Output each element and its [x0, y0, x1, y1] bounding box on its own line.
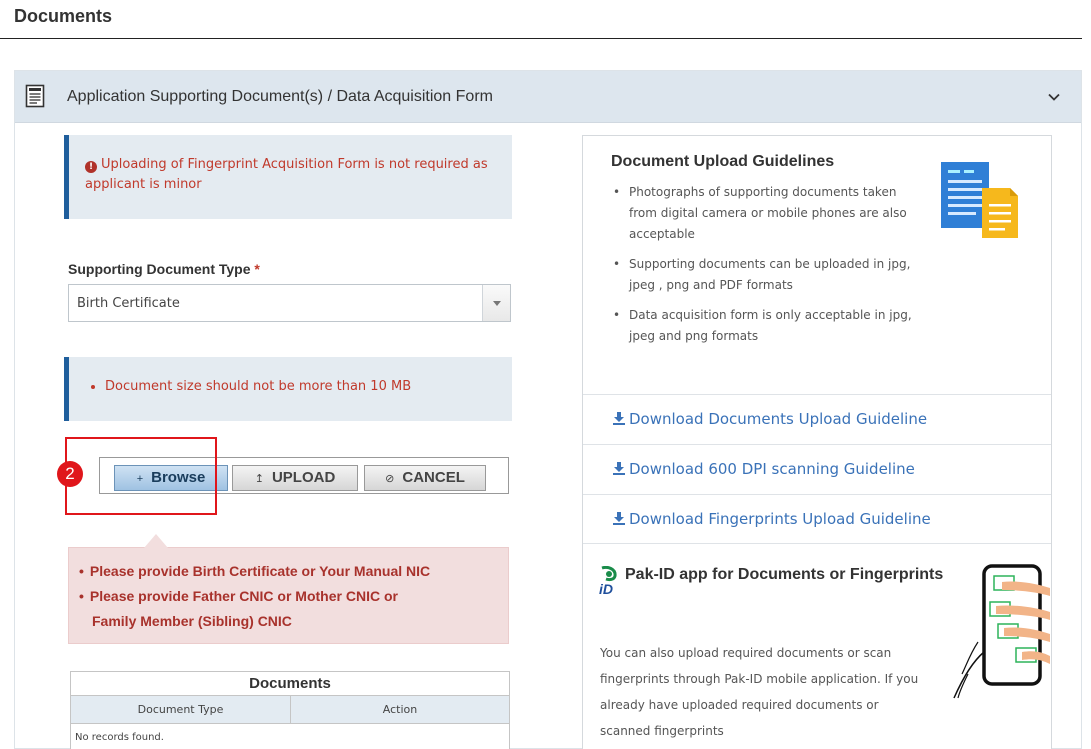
required-documents-error: • Please provide Birth Certificate or You…	[68, 534, 509, 644]
fingerprint-form-notice-text: ! Uploading of Fingerprint Acquisition Fo…	[85, 155, 495, 195]
panel-header[interactable]: Application Supporting Document(s) / Dat…	[15, 71, 1081, 123]
download-link-text[interactable]: Download 600 DPI scanning Guideline	[629, 460, 915, 478]
size-notice-list: Document size should not be more than 10…	[105, 379, 411, 394]
heading-divider	[0, 38, 1082, 39]
guidelines-list: Photographs of supporting documents take…	[613, 182, 923, 356]
panel-title: Application Supporting Document(s) / Dat…	[67, 88, 493, 105]
bullet: •	[79, 563, 84, 579]
column-header-action[interactable]: Action	[291, 696, 509, 724]
document-type-value: Birth Certificate	[77, 296, 180, 311]
chevron-down-icon[interactable]	[1047, 90, 1061, 104]
fingerprint-form-notice: ! Uploading of Fingerprint Acquisition Fo…	[64, 135, 512, 219]
exclamation-icon: !	[85, 161, 97, 173]
step-number-badge: 2	[57, 461, 83, 487]
download-row: Download Fingerprints Upload Guideline	[583, 494, 1051, 544]
error-text-continued: Family Member (Sibling) CNIC	[92, 613, 292, 629]
required-marker: *	[254, 261, 260, 277]
guideline-item: Data acquisition form is only acceptable…	[613, 305, 923, 347]
document-icon	[25, 84, 45, 108]
documents-table: Documents Document Type Action No record…	[70, 671, 510, 749]
download-icon	[613, 462, 625, 475]
upload-label: UPLOAD	[271, 469, 336, 486]
download-fingerprints-guideline-link[interactable]: Download Fingerprints Upload Guideline	[612, 510, 931, 528]
download-documents-guideline-link[interactable]: Download Documents Upload Guideline	[612, 410, 927, 428]
documents-illustration-icon	[941, 162, 1018, 238]
download-row: Download 600 DPI scanning Guideline	[583, 444, 1051, 494]
download-icon	[613, 512, 625, 525]
pak-id-description: You can also upload required documents o…	[600, 646, 919, 738]
download-link-text[interactable]: Download Documents Upload Guideline	[629, 410, 927, 428]
cancel-button[interactable]: ⊘ CANCEL	[364, 465, 486, 491]
guidelines-title: Document Upload Guidelines	[611, 153, 835, 170]
upload-button[interactable]: ↥ UPLOAD	[232, 465, 358, 491]
error-text: Please provide Father CNIC or Mother CNI…	[89, 588, 398, 604]
bullet: •	[79, 588, 84, 604]
browse-highlight	[65, 437, 217, 515]
upload-guidelines-card: Document Upload Guidelines Photographs o…	[582, 135, 1052, 749]
cancel-label: CANCEL	[402, 469, 465, 486]
error-text: Please provide Birth Certificate or Your…	[89, 563, 431, 579]
phone-fingerprint-illustration-icon	[953, 564, 1050, 699]
documents-table-title: Documents	[71, 672, 509, 696]
column-header-document-type[interactable]: Document Type	[71, 696, 291, 724]
empty-table-message: No records found.	[75, 732, 164, 743]
supporting-documents-panel: Application Supporting Document(s) / Dat…	[14, 70, 1082, 749]
pak-id-logo-icon: iD	[599, 566, 617, 596]
guideline-item: Supporting documents can be uploaded in …	[613, 254, 923, 296]
error-item: • Please provide Father CNIC or Mother CN…	[79, 584, 499, 634]
document-type-label: Supporting Document Type *	[68, 261, 260, 277]
document-type-select[interactable]: Birth Certificate	[68, 284, 511, 322]
download-link-text[interactable]: Download Fingerprints Upload Guideline	[629, 510, 931, 528]
page-title: Documents	[14, 6, 113, 26]
download-icon	[613, 412, 625, 425]
notice-message: Uploading of Fingerprint Acquisition For…	[85, 157, 488, 192]
pak-id-title: Pak-ID app for Documents or Fingerprints	[625, 566, 944, 583]
caret-down-icon[interactable]	[482, 285, 510, 321]
upload-icon: ↥	[254, 473, 264, 485]
download-row: Download Documents Upload Guideline	[583, 394, 1051, 444]
download-dpi-guideline-link[interactable]: Download 600 DPI scanning Guideline	[612, 460, 915, 478]
document-size-notice: Document size should not be more than 10…	[64, 357, 512, 421]
document-type-label-text: Supporting Document Type	[68, 261, 251, 277]
cancel-icon: ⊘	[385, 473, 395, 485]
guideline-item: Photographs of supporting documents take…	[613, 182, 923, 245]
error-list: • Please provide Birth Certificate or You…	[79, 559, 499, 634]
size-notice-item: Document size should not be more than 10…	[105, 379, 411, 394]
svg-text:iD: iD	[599, 581, 613, 596]
error-item: • Please provide Birth Certificate or You…	[79, 559, 499, 584]
documents-table-header: Document Type Action	[71, 696, 509, 724]
